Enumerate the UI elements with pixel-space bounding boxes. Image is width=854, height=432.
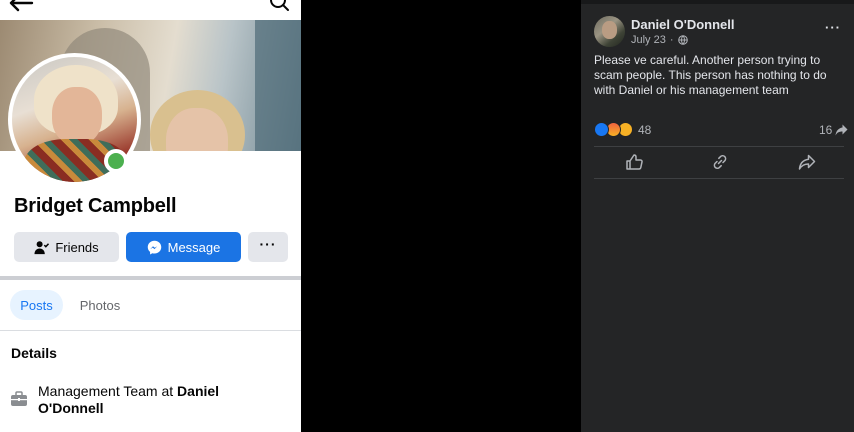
section-divider [0,276,301,280]
top-bar [0,0,301,20]
friends-button[interactable]: Friends [14,232,119,262]
share-count[interactable]: 16 [819,123,848,137]
details-heading: Details [11,345,57,361]
like-reaction-icon [594,122,609,137]
work-prefix: Management Team at [38,383,178,399]
post-text: Please ve careful. Another person trying… [594,53,827,97]
reaction-summary[interactable]: 48 [594,122,651,137]
more-dots-icon: ··· [259,236,277,252]
meta-separator: · [669,34,674,46]
friends-icon [34,240,50,254]
more-options-button[interactable]: ··· [248,232,288,262]
work-detail: Management Team at Daniel O'Donnell [38,383,258,417]
profile-name: Bridget Campbell [14,195,177,217]
online-status-dot [104,149,128,173]
actions-divider-bottom [594,178,844,179]
back-arrow-icon[interactable] [8,0,34,12]
post-card: Daniel O'Donnell July 23 · ··· Please ve… [581,0,854,432]
share-icon[interactable] [798,153,816,171]
actions-divider-top [594,146,844,147]
share-arrow-icon [835,124,848,136]
friends-button-label: Friends [55,239,99,255]
message-button[interactable]: Message [126,232,241,262]
tab-photos[interactable]: Photos [72,290,128,320]
tab-posts[interactable]: Posts [10,290,63,320]
profile-screen: Bridget Campbell Friends Message ··· Pos… [0,0,301,432]
globe-icon [677,35,688,45]
briefcase-icon [11,391,27,406]
post-author[interactable]: Daniel O'Donnell [631,17,735,32]
post-meta: July 23 · [631,34,688,46]
post-date[interactable]: July 23 [631,34,666,46]
link-icon[interactable] [711,153,729,171]
post-options-button[interactable]: ··· [825,20,841,35]
tabs-divider [0,330,301,331]
like-icon[interactable] [625,153,643,171]
reaction-count: 48 [638,122,652,137]
messenger-icon [147,240,161,254]
share-count-value: 16 [819,123,833,137]
search-icon[interactable] [270,0,290,12]
author-avatar[interactable] [594,16,625,47]
message-button-label: Message [167,239,221,255]
